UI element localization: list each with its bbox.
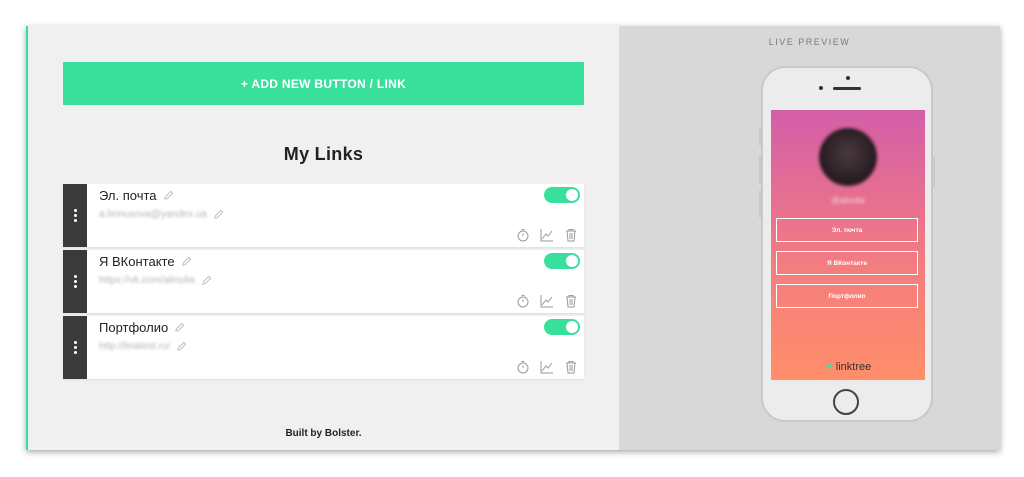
link-card: Портфолио http://linatest.ru/ xyxy=(63,316,584,379)
link-url[interactable]: a.brinusova@yandex.ua xyxy=(99,209,207,220)
editor-panel: + ADD NEW BUTTON / LINK My Links Эл. поч… xyxy=(28,26,619,450)
phone-mockup: @alinulia Эл. почта Я ВКонтакте Портфоли… xyxy=(759,66,935,422)
preview-link-button[interactable]: Портфолио xyxy=(776,284,918,308)
link-title[interactable]: Портфолио xyxy=(99,320,168,335)
phone-screen: @alinulia Эл. почта Я ВКонтакте Портфоли… xyxy=(771,110,925,380)
stopwatch-icon[interactable] xyxy=(516,360,530,374)
stopwatch-icon[interactable] xyxy=(516,228,530,242)
drag-handle[interactable] xyxy=(63,316,87,379)
add-new-link-button[interactable]: + ADD NEW BUTTON / LINK xyxy=(63,62,584,105)
drag-handle[interactable] xyxy=(63,250,87,313)
preview-panel: LIVE PREVIEW @alinulia Эл. почта Я ВКонт… xyxy=(619,26,1000,450)
pencil-icon[interactable] xyxy=(176,341,187,352)
trash-icon[interactable] xyxy=(564,228,578,242)
pencil-icon[interactable] xyxy=(163,190,174,201)
linktree-brand: linktree xyxy=(771,361,925,373)
drag-handle[interactable] xyxy=(63,184,87,247)
link-url[interactable]: http://linatest.ru/ xyxy=(99,341,170,352)
profile-username: @alinulia xyxy=(831,196,865,205)
trash-icon[interactable] xyxy=(564,360,578,374)
pencil-icon[interactable] xyxy=(181,256,192,267)
preview-link-button[interactable]: Я ВКонтакте xyxy=(776,251,918,275)
pencil-icon[interactable] xyxy=(213,209,224,220)
avatar xyxy=(819,128,877,186)
link-card: Я ВКонтакте https://vk.com/alinulia xyxy=(63,250,584,313)
drag-handle-icon xyxy=(73,275,77,288)
stopwatch-icon[interactable] xyxy=(516,294,530,308)
phone-home-button xyxy=(833,389,859,415)
chart-icon[interactable] xyxy=(540,360,554,374)
link-url[interactable]: https://vk.com/alinulia xyxy=(99,275,195,286)
chart-icon[interactable] xyxy=(540,294,554,308)
phone-sensor xyxy=(819,86,823,90)
link-enabled-toggle[interactable] xyxy=(544,187,580,203)
preview-label: LIVE PREVIEW xyxy=(768,37,851,47)
link-title[interactable]: Эл. почта xyxy=(99,188,157,203)
linktree-leaf-icon xyxy=(825,362,833,372)
pencil-icon[interactable] xyxy=(174,322,185,333)
link-title[interactable]: Я ВКонтакте xyxy=(99,254,175,269)
phone-camera xyxy=(846,76,850,80)
trash-icon[interactable] xyxy=(564,294,578,308)
page-title: My Links xyxy=(283,144,364,164)
link-enabled-toggle[interactable] xyxy=(544,319,580,335)
chart-icon[interactable] xyxy=(540,228,554,242)
preview-link-button[interactable]: Эл. почта xyxy=(776,218,918,242)
links-list: Эл. почта a.brinusova@yandex.ua Я ВКонта… xyxy=(63,184,584,382)
link-enabled-toggle[interactable] xyxy=(544,253,580,269)
phone-speaker xyxy=(833,87,861,90)
brand-name: linktree xyxy=(835,361,872,373)
footer-credit: Built by Bolster. xyxy=(285,428,362,439)
pencil-icon[interactable] xyxy=(201,275,212,286)
drag-handle-icon xyxy=(73,341,77,354)
link-card: Эл. почта a.brinusova@yandex.ua xyxy=(63,184,584,247)
drag-handle-icon xyxy=(73,209,77,222)
app-window: + ADD NEW BUTTON / LINK My Links Эл. поч… xyxy=(26,26,1000,450)
